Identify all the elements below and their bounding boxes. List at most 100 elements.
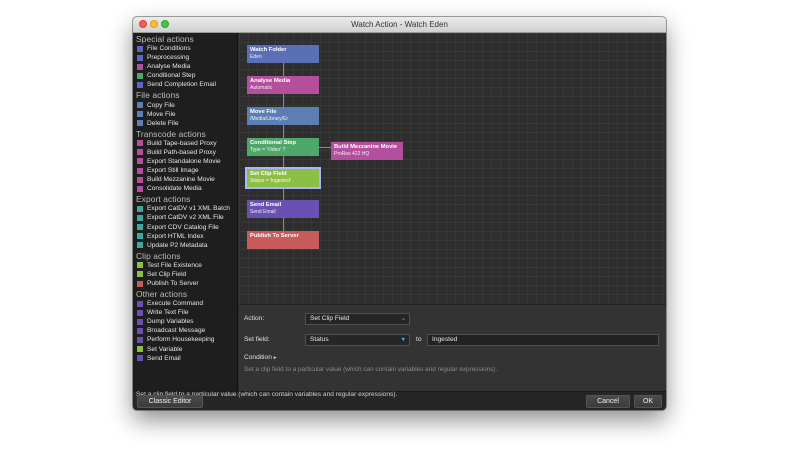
- sidebar-action-item[interactable]: Preprocessing: [133, 53, 237, 62]
- sidebar-action-item[interactable]: Export Still Image: [133, 166, 237, 175]
- sidebar-action-item[interactable]: Conditional Step: [133, 71, 237, 80]
- sidebar-action-item[interactable]: Execute Command: [133, 299, 237, 308]
- sidebar-action-item[interactable]: Export CatDV v2 XML File: [133, 213, 237, 222]
- field-value-input[interactable]: Ingested: [427, 334, 659, 346]
- sidebar-action-item[interactable]: Build Tape-based Proxy: [133, 139, 237, 148]
- minimize-window-button[interactable]: [150, 20, 158, 28]
- sidebar-action-label: Write Text File: [147, 309, 189, 317]
- workflow-node-title: Send Email: [250, 202, 282, 208]
- sidebar-action-item[interactable]: Export Standalone Movie: [133, 157, 237, 166]
- action-color-swatch: [137, 233, 143, 240]
- zoom-window-button[interactable]: [161, 20, 169, 28]
- sidebar-action-item[interactable]: Export CatDV v1 XML Batch: [133, 204, 237, 213]
- cancel-button[interactable]: Cancel: [586, 395, 630, 408]
- sidebar-action-item[interactable]: Update P2 Metadata: [133, 241, 237, 250]
- action-color-swatch: [137, 346, 143, 353]
- field-dropdown[interactable]: Status ▼: [305, 334, 410, 346]
- action-dropdown-value: Set Clip Field: [310, 315, 350, 322]
- action-dropdown[interactable]: Set Clip Field ⌄: [305, 313, 410, 325]
- sidebar-action-item[interactable]: File Conditions: [133, 44, 237, 53]
- action-color-swatch: [137, 81, 143, 88]
- sidebar-section-title: Transcode actions: [136, 128, 206, 139]
- sidebar-action-label: Execute Command: [147, 300, 204, 308]
- sidebar-action-item[interactable]: Export CDV Catalog File: [133, 223, 237, 232]
- action-color-swatch: [137, 242, 143, 249]
- action-color-swatch: [137, 176, 143, 183]
- sidebar-action-label: Export CatDV v1 XML Batch: [147, 205, 230, 213]
- action-color-swatch: [137, 72, 143, 79]
- workflow-node-title: Publish To Server: [250, 233, 299, 239]
- workflow-canvas[interactable]: Watch Folder Eden Analyse Media Automatic Mo…: [239, 33, 666, 303]
- condition-toggle[interactable]: Condition ▸: [244, 354, 276, 361]
- field-dropdown-value: Status: [310, 336, 329, 343]
- title-bar: Watch Action - Watch Eden: [133, 17, 666, 33]
- sidebar-action-item[interactable]: Set Variable: [133, 345, 237, 354]
- close-window-button[interactable]: [139, 20, 147, 28]
- action-color-swatch: [137, 280, 143, 287]
- sidebar-action-label: Move File: [147, 110, 176, 118]
- action-color-swatch: [137, 318, 143, 325]
- sidebar-action-item[interactable]: Copy File: [133, 100, 237, 109]
- workflow-node[interactable]: Watch Folder Eden: [247, 45, 319, 63]
- sidebar-action-label: Publish To Server: [147, 280, 199, 288]
- sidebar-action-item[interactable]: Send Email: [133, 354, 237, 363]
- sidebar-action-item[interactable]: Build Mezzanine Movie: [133, 175, 237, 184]
- chevron-down-icon: ⌄: [400, 316, 406, 322]
- sidebar-action-label: Export HTML Index: [147, 232, 204, 240]
- workflow-node[interactable]: Analyse Media Automatic: [247, 76, 319, 94]
- sidebar-action-label: Set Variable: [147, 345, 183, 353]
- action-color-swatch: [137, 140, 143, 147]
- workflow-node[interactable]: Send Email Send Email: [247, 200, 319, 218]
- workflow-node[interactable]: Set Clip Field Status = 'Ingested': [245, 167, 321, 189]
- sidebar-action-item[interactable]: Test File Existence: [133, 261, 237, 270]
- sidebar-action-label: Analyse Media: [147, 63, 191, 71]
- workflow-node-subtitle: ProRes 422 HQ: [334, 151, 370, 157]
- workflow-node[interactable]: Publish To Server: [247, 231, 319, 249]
- workflow-node-subtitle: Status = 'Ingested': [250, 178, 291, 184]
- sidebar-action-item[interactable]: Write Text File: [133, 308, 237, 317]
- action-color-swatch: [137, 111, 143, 118]
- sidebar-action-label: Broadcast Message: [147, 327, 206, 335]
- sidebar-action-item[interactable]: Move File: [133, 110, 237, 119]
- action-color-swatch: [137, 158, 143, 165]
- workflow-node-title: Move File: [250, 109, 277, 115]
- action-color-swatch: [137, 224, 143, 231]
- workflow-connector: [283, 187, 284, 200]
- action-color-swatch: [137, 54, 143, 61]
- sidebar-action-item[interactable]: Dump Variables: [133, 317, 237, 326]
- ok-button[interactable]: OK: [634, 395, 662, 408]
- set-field-label: Set field:: [244, 336, 270, 343]
- action-color-swatch: [137, 167, 143, 174]
- workflow-node-title: Analyse Media: [250, 78, 291, 84]
- sidebar-action-item[interactable]: Analyse Media: [133, 62, 237, 71]
- sidebar-section-title: Clip actions: [136, 250, 181, 261]
- workflow-node[interactable]: Move File/Media/Library/Er: [247, 107, 319, 125]
- workflow-connector: [283, 156, 284, 169]
- workflow-node[interactable]: Build Mezzanine Movie ProRes 422 HQ: [331, 142, 403, 160]
- sidebar-action-item[interactable]: Export HTML Index: [133, 232, 237, 241]
- sidebar-action-item[interactable]: Broadcast Message: [133, 326, 237, 335]
- workflow-node-title: Set Clip Field: [250, 171, 287, 177]
- sidebar-action-label: File Conditions: [147, 45, 191, 53]
- sidebar-action-item[interactable]: Set Clip Field: [133, 270, 237, 279]
- sidebar-action-item[interactable]: Send Completion Email: [133, 80, 237, 89]
- workflow-node-subtitle: Send Email: [250, 209, 276, 215]
- workflow-connector: [283, 94, 284, 107]
- sidebar-action-item[interactable]: Publish To Server: [133, 279, 237, 288]
- sidebar-section-title: Other actions: [136, 289, 188, 300]
- action-color-swatch: [137, 149, 143, 156]
- action-label: Action:: [244, 315, 265, 322]
- sidebar-action-label: Build Mezzanine Movie: [147, 176, 215, 184]
- workflow-node[interactable]: Conditional Step Type = 'Video' ?: [247, 138, 319, 156]
- field-value-text: Ingested: [432, 336, 458, 343]
- workflow-branch-connector: [319, 147, 331, 148]
- classic-editor-button[interactable]: Classic Editor: [137, 395, 203, 408]
- action-color-swatch: [137, 185, 143, 192]
- sidebar-action-label: Copy File: [147, 101, 175, 109]
- sidebar-action-item[interactable]: Consolidate Media: [133, 184, 237, 193]
- workflow-node-title: Build Mezzanine Movie: [334, 144, 398, 150]
- sidebar-action-label: Delete File: [147, 119, 179, 127]
- sidebar-action-item[interactable]: Build Path-based Proxy: [133, 148, 237, 157]
- sidebar-action-item[interactable]: Perform Housekeeping: [133, 335, 237, 344]
- sidebar-action-item[interactable]: Delete File: [133, 119, 237, 128]
